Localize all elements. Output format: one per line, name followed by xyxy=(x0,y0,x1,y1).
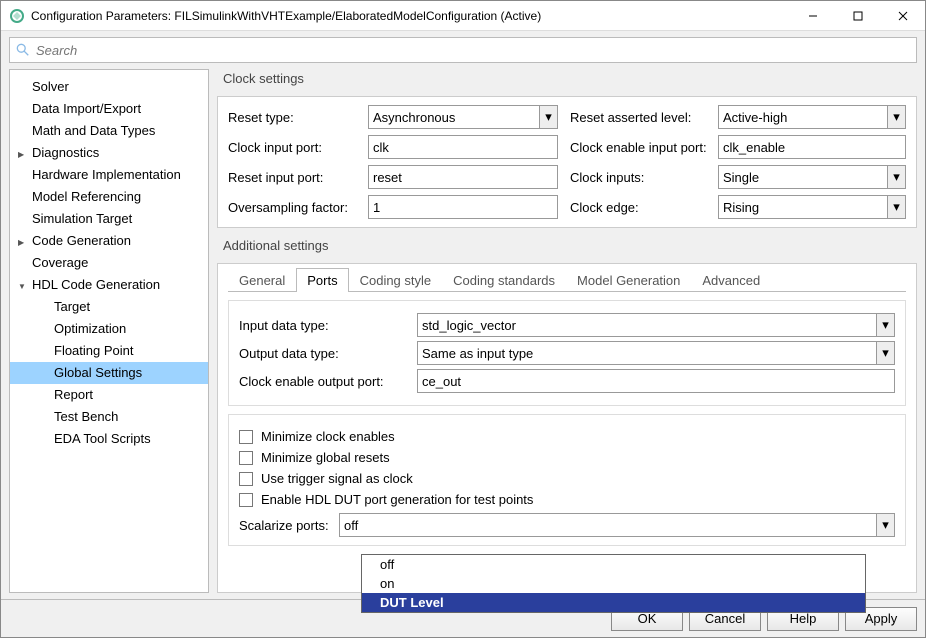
minimize-clock-enables-checkbox[interactable]: Minimize clock enables xyxy=(239,429,895,444)
nav-item-floating-point[interactable]: Floating Point xyxy=(10,340,208,362)
output-data-type-label: Output data type: xyxy=(239,346,409,361)
enable-hdl-dut-port-checkbox[interactable]: Enable HDL DUT port generation for test … xyxy=(239,492,895,507)
nav-item-diagnostics[interactable]: ▶Diagnostics xyxy=(10,142,208,164)
scalarize-ports-select[interactable]: off▾ xyxy=(339,513,895,537)
reset-asserted-select[interactable]: Active-high▾ xyxy=(718,105,906,129)
app-icon xyxy=(9,8,25,24)
reset-type-label: Reset type: xyxy=(228,110,368,125)
scalarize-ports-dropdown[interactable]: offonDUT Level xyxy=(361,554,866,613)
reset-input-port-field[interactable]: reset xyxy=(368,165,558,189)
tab-ports[interactable]: Ports xyxy=(296,268,348,292)
nav-item-math-and-data-types[interactable]: Math and Data Types xyxy=(10,120,208,142)
reset-asserted-label: Reset asserted level: xyxy=(558,110,718,125)
chevron-down-icon: ▾ xyxy=(876,314,894,336)
window-buttons xyxy=(790,1,925,30)
dropdown-option-off[interactable]: off xyxy=(362,555,865,574)
nav-item-target[interactable]: Target xyxy=(10,296,208,318)
checkbox-icon xyxy=(239,451,253,465)
reset-input-port-label: Reset input port: xyxy=(228,170,368,185)
checkbox-icon xyxy=(239,430,253,444)
chevron-down-icon: ▾ xyxy=(887,166,905,188)
nav-item-data-import-export[interactable]: Data Import/Export xyxy=(10,98,208,120)
search-icon xyxy=(16,43,30,57)
additional-tabs: GeneralPortsCoding styleCoding standards… xyxy=(228,268,906,292)
caret-right-icon: ▶ xyxy=(18,234,26,252)
search-bar[interactable] xyxy=(9,37,917,63)
clock-edge-select[interactable]: Rising▾ xyxy=(718,195,906,219)
input-data-type-label: Input data type: xyxy=(239,318,409,333)
chevron-down-icon: ▾ xyxy=(876,514,894,536)
nav-item-model-referencing[interactable]: Model Referencing xyxy=(10,186,208,208)
clock-settings-group: Reset type: Asynchronous▾ Reset asserted… xyxy=(217,96,917,228)
tab-model-generation[interactable]: Model Generation xyxy=(566,268,691,292)
content-pane: Clock settings Reset type: Asynchronous▾… xyxy=(217,69,917,593)
nav-item-solver[interactable]: Solver xyxy=(10,76,208,98)
clock-settings-title: Clock settings xyxy=(223,71,917,86)
search-input[interactable] xyxy=(34,42,910,59)
nav-item-coverage[interactable]: Coverage xyxy=(10,252,208,274)
scalarize-ports-label: Scalarize ports: xyxy=(239,518,339,533)
nav-item-code-generation[interactable]: ▶Code Generation xyxy=(10,230,208,252)
caret-down-icon: ▼ xyxy=(18,278,26,296)
tab-advanced[interactable]: Advanced xyxy=(691,268,771,292)
dropdown-option-on[interactable]: on xyxy=(362,574,865,593)
checkbox-icon xyxy=(239,472,253,486)
clock-enable-input-port-field[interactable]: clk_enable xyxy=(718,135,906,159)
nav-item-simulation-target[interactable]: Simulation Target xyxy=(10,208,208,230)
clock-input-port-field[interactable]: clk xyxy=(368,135,558,159)
tab-coding-style[interactable]: Coding style xyxy=(349,268,443,292)
nav-tree[interactable]: SolverData Import/ExportMath and Data Ty… xyxy=(9,69,209,593)
chevron-down-icon: ▾ xyxy=(876,342,894,364)
nav-item-global-settings[interactable]: Global Settings xyxy=(10,362,208,384)
window-title: Configuration Parameters: FILSimulinkWit… xyxy=(31,9,790,23)
minimize-global-resets-checkbox[interactable]: Minimize global resets xyxy=(239,450,895,465)
input-data-type-select[interactable]: std_logic_vector▾ xyxy=(417,313,895,337)
additional-settings-title: Additional settings xyxy=(223,238,917,253)
ports-bottom-box: Minimize clock enables Minimize global r… xyxy=(228,414,906,546)
clock-inputs-label: Clock inputs: xyxy=(558,170,718,185)
clock-enable-input-port-label: Clock enable input port: xyxy=(558,140,718,155)
ce-out-label: Clock enable output port: xyxy=(239,374,409,389)
caret-right-icon: ▶ xyxy=(18,146,26,164)
additional-settings-group: GeneralPortsCoding styleCoding standards… xyxy=(217,263,917,593)
use-trigger-as-clock-checkbox[interactable]: Use trigger signal as clock xyxy=(239,471,895,486)
chevron-down-icon: ▾ xyxy=(887,196,905,218)
maximize-button[interactable] xyxy=(835,1,880,30)
oversampling-field[interactable]: 1 xyxy=(368,195,558,219)
ports-top-box: Input data type: std_logic_vector▾ Outpu… xyxy=(228,300,906,406)
checkbox-icon xyxy=(239,493,253,507)
chevron-down-icon: ▾ xyxy=(539,106,557,128)
dropdown-option-dut-level[interactable]: DUT Level xyxy=(362,593,865,612)
clock-inputs-select[interactable]: Single▾ xyxy=(718,165,906,189)
chevron-down-icon: ▾ xyxy=(887,106,905,128)
output-data-type-select[interactable]: Same as input type▾ xyxy=(417,341,895,365)
ce-out-field[interactable]: ce_out xyxy=(417,369,895,393)
nav-item-hardware-implementation[interactable]: Hardware Implementation xyxy=(10,164,208,186)
config-params-window: Configuration Parameters: FILSimulinkWit… xyxy=(0,0,926,638)
oversampling-label: Oversampling factor: xyxy=(228,200,368,215)
clock-edge-label: Clock edge: xyxy=(558,200,718,215)
nav-item-optimization[interactable]: Optimization xyxy=(10,318,208,340)
close-button[interactable] xyxy=(880,1,925,30)
clock-input-port-label: Clock input port: xyxy=(228,140,368,155)
nav-item-hdl-code-generation[interactable]: ▼HDL Code Generation xyxy=(10,274,208,296)
nav-item-eda-tool-scripts[interactable]: EDA Tool Scripts xyxy=(10,428,208,450)
minimize-button[interactable] xyxy=(790,1,835,30)
tab-general[interactable]: General xyxy=(228,268,296,292)
reset-type-select[interactable]: Asynchronous▾ xyxy=(368,105,558,129)
nav-item-test-bench[interactable]: Test Bench xyxy=(10,406,208,428)
titlebar: Configuration Parameters: FILSimulinkWit… xyxy=(1,1,925,31)
tab-coding-standards[interactable]: Coding standards xyxy=(442,268,566,292)
nav-item-report[interactable]: Report xyxy=(10,384,208,406)
